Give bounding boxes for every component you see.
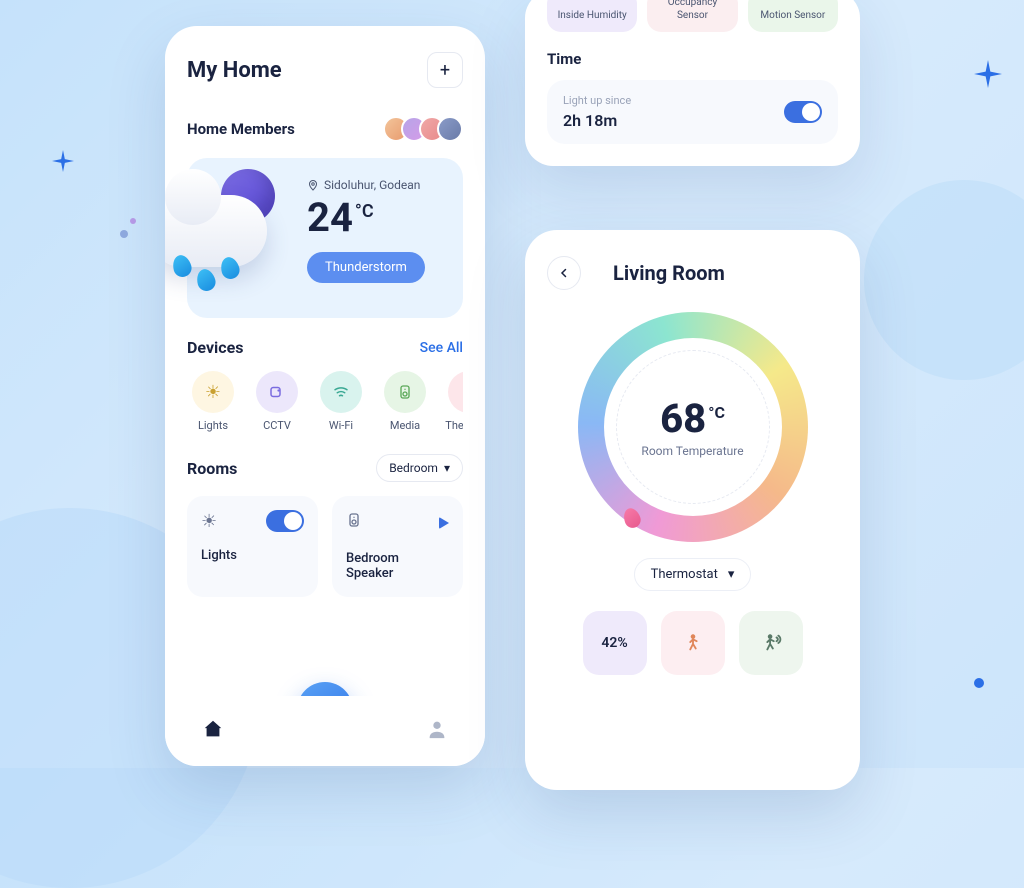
bg-dot xyxy=(974,678,984,688)
dial-knob[interactable] xyxy=(621,506,643,530)
user-icon xyxy=(426,718,448,740)
back-button[interactable] xyxy=(547,256,581,290)
room-selected: Bedroom xyxy=(389,461,438,475)
chevron-down-icon: ▾ xyxy=(444,461,450,475)
room-card-speaker[interactable]: Bedroom Speaker xyxy=(332,496,463,597)
motion-icon xyxy=(760,632,782,654)
room-title: Living Room xyxy=(613,261,725,285)
sparkle-icon xyxy=(974,60,1002,88)
thermometer-icon xyxy=(448,371,463,413)
stat-occupancy[interactable] xyxy=(661,611,725,675)
device-list: ☀ Lights CCTV Wi-Fi Media xyxy=(187,371,463,432)
stat-motion[interactable] xyxy=(739,611,803,675)
device-cctv[interactable]: CCTV xyxy=(251,371,303,432)
device-lights[interactable]: ☀ Lights xyxy=(187,371,239,432)
see-all-link[interactable]: See All xyxy=(420,340,463,356)
thermostat-dropdown[interactable]: Thermostat ▾ xyxy=(634,558,752,591)
chevron-left-icon xyxy=(558,267,570,279)
weather-illustration xyxy=(165,173,287,293)
sensor-tile-occupancy[interactable]: Occupancy Sensor xyxy=(647,0,737,32)
sensor-time-card: Inside Humidity Occupancy Sensor Motion … xyxy=(525,0,860,166)
home-icon xyxy=(202,718,224,740)
avatar[interactable] xyxy=(437,116,463,142)
plus-icon: + xyxy=(440,60,450,81)
device-thermostat[interactable]: Thermost xyxy=(443,371,463,432)
lights-toggle[interactable] xyxy=(266,510,304,532)
room-card-title: Bedroom Speaker xyxy=(346,551,449,581)
chevron-down-icon: ▾ xyxy=(728,567,735,582)
temperature-dial[interactable]: 68°C Room Temperature xyxy=(578,312,808,542)
weather-condition-pill: Thunderstorm xyxy=(307,252,425,283)
home-members-title: Home Members xyxy=(187,120,295,138)
bottom-nav xyxy=(165,696,485,766)
play-icon xyxy=(439,517,449,529)
bg-circle xyxy=(864,180,1024,380)
member-avatars[interactable] xyxy=(391,116,463,142)
time-subtitle: Light up since xyxy=(563,94,631,107)
dial-temperature: 68°C xyxy=(660,395,725,442)
sun-icon: ☀ xyxy=(201,511,217,532)
camera-icon xyxy=(256,371,298,413)
stat-humidity[interactable]: 42% xyxy=(583,611,647,675)
room-card-title: Lights xyxy=(201,548,304,563)
sensor-tile-humidity[interactable]: Inside Humidity xyxy=(547,0,637,32)
device-wifi[interactable]: Wi-Fi xyxy=(315,371,367,432)
sensor-tile-motion[interactable]: Motion Sensor xyxy=(748,0,838,32)
speaker-icon xyxy=(346,510,362,535)
sun-icon: ☀ xyxy=(192,371,234,413)
time-toggle[interactable] xyxy=(784,101,822,123)
wifi-icon xyxy=(320,371,362,413)
room-detail-screen: Living Room 68°C Room Temperature Thermo… xyxy=(525,230,860,790)
sparkle-icon xyxy=(52,150,74,172)
devices-title: Devices xyxy=(187,338,243,357)
person-walk-icon xyxy=(682,632,704,654)
bg-dot xyxy=(120,230,128,238)
bg-dot xyxy=(130,218,136,224)
device-media[interactable]: Media xyxy=(379,371,431,432)
time-card: Light up since 2h 18m xyxy=(547,80,838,144)
nav-profile[interactable] xyxy=(426,718,448,744)
home-screen: My Home + Home Members Sidoluhur, Godean xyxy=(165,26,485,766)
location-text: Sidoluhur, Godean xyxy=(324,178,420,192)
add-button[interactable]: + xyxy=(427,52,463,88)
rooms-title: Rooms xyxy=(187,459,237,478)
nav-home[interactable] xyxy=(202,718,224,744)
dial-label: Room Temperature xyxy=(641,444,743,460)
page-title: My Home xyxy=(187,58,282,83)
temperature-value: 24°C xyxy=(307,198,443,238)
weather-card[interactable]: Sidoluhur, Godean 24°C Thunderstorm xyxy=(187,158,463,318)
time-value: 2h 18m xyxy=(563,111,631,130)
location-row: Sidoluhur, Godean xyxy=(307,178,443,192)
pin-icon xyxy=(307,179,319,191)
room-select-dropdown[interactable]: Bedroom ▾ xyxy=(376,454,463,482)
speaker-icon xyxy=(384,371,426,413)
room-card-lights[interactable]: ☀ Lights xyxy=(187,496,318,597)
time-section-title: Time xyxy=(547,50,838,68)
